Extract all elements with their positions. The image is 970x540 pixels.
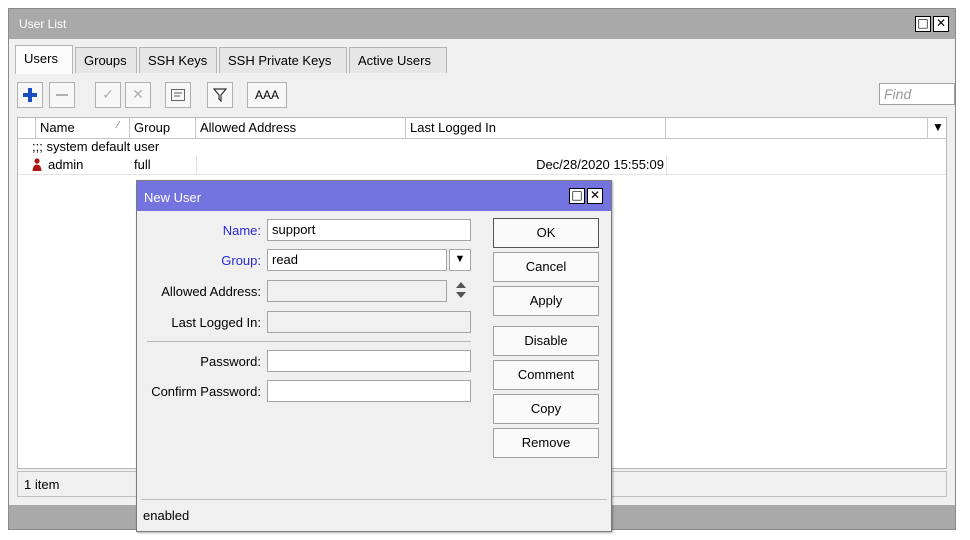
filter-icon [212,88,228,103]
minus-icon [56,94,68,96]
comment-button[interactable]: Comment [493,360,599,390]
disable-button[interactable]: ✕ [125,82,151,108]
window-titlebar[interactable]: User List □ ✕ [9,9,955,39]
columns-dropdown-icon[interactable]: ▼ [932,120,944,134]
tab-groups[interactable]: Groups [75,47,137,73]
confirm-password-label: Confirm Password: [151,384,261,399]
column-header-last-logged-in[interactable]: Last Logged In [406,118,666,138]
disable-button[interactable]: Disable [493,326,599,356]
tab-active-users[interactable]: Active Users [349,47,447,73]
find-input[interactable]: Find [879,83,955,105]
table-row[interactable]: admin full Dec/28/2020 15:55:09 [18,156,946,175]
table-header: Name ⁄ Group Allowed Address Last Logged… [18,118,946,139]
column-name-label: Name [40,120,75,135]
sort-icon: ⁄ [117,120,119,131]
cell-name: admin [48,157,84,172]
expand-icon[interactable] [455,281,467,299]
copy-button[interactable]: Copy [493,394,599,424]
section-comment: ;;; system default user [32,139,160,154]
ok-button[interactable]: OK [493,218,599,248]
tab-bar: Users Groups SSH Keys SSH Private Keys A… [15,45,945,74]
tab-users[interactable]: Users [15,45,73,74]
name-field[interactable]: support [267,219,471,241]
name-label: Name: [222,223,261,238]
last-logged-in-field [267,311,471,333]
status-text: enabled [143,508,190,523]
close-icon[interactable]: ✕ [587,188,603,204]
aaa-button[interactable]: AAA [247,82,287,108]
remove-button[interactable] [49,82,75,108]
check-icon: ✓ [102,87,114,103]
group-select[interactable]: read [267,249,447,271]
add-button[interactable] [17,82,43,108]
apply-button[interactable]: Apply [493,286,599,316]
enable-button[interactable]: ✓ [95,82,121,108]
column-header-name[interactable]: Name ⁄ [36,118,130,138]
cancel-button[interactable]: Cancel [493,252,599,282]
new-user-dialog: New User □ ✕ Name: support Group: read ▼… [136,180,612,532]
column-header-allowed-address[interactable]: Allowed Address [196,118,406,138]
window-title: User List [19,17,67,31]
password-field[interactable] [267,350,471,372]
tab-ssh-private-keys[interactable]: SSH Private Keys [219,47,347,73]
header-spacer [18,118,36,138]
cell-group: full [134,157,151,172]
group-label: Group: [221,253,261,268]
allowed-address-label: Allowed Address: [161,284,261,299]
plus-icon [23,88,37,102]
allowed-address-field[interactable] [267,280,447,302]
column-header-blank [666,118,928,138]
tab-ssh-keys[interactable]: SSH Keys [139,47,217,73]
close-icon[interactable]: ✕ [933,16,949,32]
maximize-icon[interactable]: □ [915,16,931,32]
user-icon [32,158,42,171]
x-icon: ✕ [132,87,144,103]
remove-button[interactable]: Remove [493,428,599,458]
cell-divider [666,156,667,174]
dialog-status-bar: enabled [141,499,607,530]
divider [147,341,471,342]
confirm-password-field[interactable] [267,380,471,402]
item-count: 1 item [24,477,60,492]
group-dropdown-icon[interactable]: ▼ [449,249,471,271]
password-label: Password: [200,354,261,369]
column-header-group[interactable]: Group [130,118,196,138]
comment-button[interactable] [165,82,191,108]
comment-icon [171,89,185,101]
cell-divider [196,156,197,174]
dialog-title: New User [144,190,202,205]
filter-button[interactable] [207,82,233,108]
last-logged-in-label: Last Logged In: [171,315,261,330]
cell-last-logged-in: Dec/28/2020 15:55:09 [536,157,664,172]
dialog-titlebar[interactable]: New User □ ✕ [137,181,611,211]
toolbar: ✓ ✕ AAA Find [15,77,955,113]
maximize-icon[interactable]: □ [569,188,585,204]
